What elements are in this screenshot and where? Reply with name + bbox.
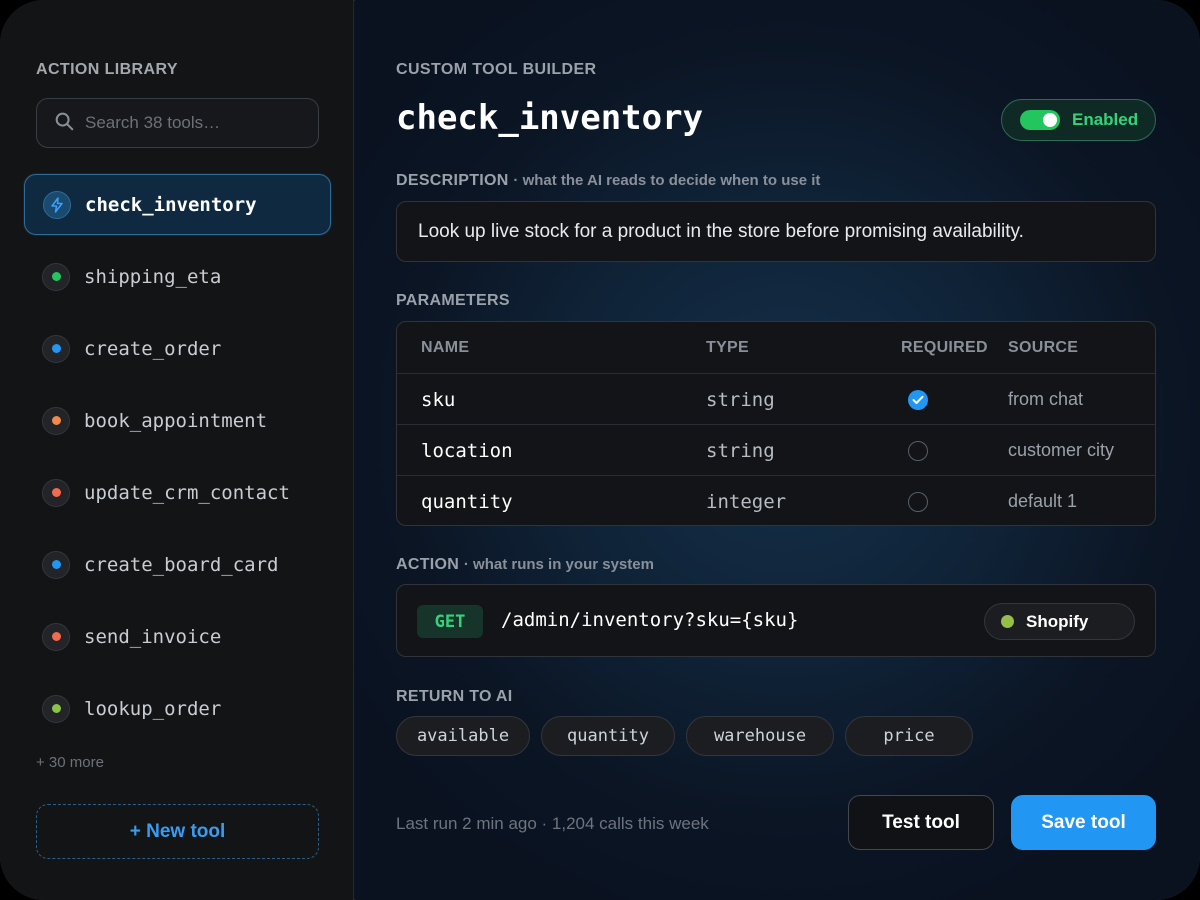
table-row[interactable]: quantity integer default 1 (397, 475, 1155, 525)
sidebar-heading: ACTION LIBRARY (36, 61, 178, 78)
unchecked-icon[interactable] (908, 440, 928, 461)
test-tool-button[interactable]: Test tool (848, 795, 994, 850)
tool-builder-panel: CUSTOM TOOL BUILDER check_inventory Enab… (355, 0, 1200, 900)
integration-selector[interactable]: Shopify (984, 603, 1135, 640)
status-dot-icon (42, 262, 70, 291)
status-dot (51, 704, 61, 713)
sidebar-item-create-board-card[interactable]: create_board_card (24, 534, 331, 595)
parameters-label: PARAMETERS (396, 292, 510, 309)
lightning-icon (43, 190, 71, 219)
status-dot (51, 416, 61, 425)
sidebar-item-create-order[interactable]: create_order (24, 318, 331, 379)
endpoint-path[interactable]: /admin/inventory?sku={sku} (501, 609, 798, 631)
sidebar-item-shipping-eta[interactable]: shipping_eta (24, 246, 331, 307)
return-fields: available quantity warehouse price (396, 716, 984, 756)
param-type: string (706, 388, 775, 411)
status-dot (51, 488, 61, 497)
unchecked-icon[interactable] (908, 491, 928, 512)
action-section-label: ACTION · what runs in your system (396, 556, 654, 574)
param-source: from chat (1008, 389, 1084, 409)
return-field-chip[interactable]: price (845, 716, 973, 756)
sidebar-item-label: send_invoice (84, 625, 222, 648)
more-tools-label[interactable]: + 30 more (36, 754, 104, 771)
search-field[interactable] (36, 98, 319, 148)
description-text: Look up live stock for a product in the … (418, 220, 1024, 242)
sidebar-item-update-crm-contact[interactable]: update_crm_contact (24, 462, 331, 523)
panel-heading: CUSTOM TOOL BUILDER (396, 61, 597, 78)
param-required (908, 425, 928, 476)
sidebar-item-book-appointment[interactable]: book_appointment (24, 390, 331, 451)
status-dot-icon (42, 334, 70, 363)
column-header-name: NAME (421, 338, 470, 356)
return-to-ai-label: RETURN TO AI (396, 688, 513, 705)
usage-stat: Last run 2 min ago · 1,204 calls this we… (396, 814, 709, 833)
column-header-type: TYPE (706, 338, 749, 356)
status-dot-icon (42, 478, 70, 507)
column-header-required: REQUIRED (901, 338, 988, 356)
description-label: DESCRIPTION (396, 172, 509, 189)
sidebar-item-label: book_appointment (84, 409, 268, 432)
param-name: quantity (421, 490, 513, 513)
status-dot (51, 632, 61, 641)
status-dot-icon (42, 622, 70, 651)
action-label: ACTION (396, 556, 460, 573)
sidebar-item-lookup-order[interactable]: lookup_order (24, 678, 331, 739)
app-window: ACTION LIBRARY check_inventory shipping_e… (0, 0, 1200, 900)
http-method-badge[interactable]: GET (417, 605, 483, 638)
action-field: GET /admin/inventory?sku={sku} Shopify (396, 584, 1156, 657)
sidebar-item-send-invoice[interactable]: send_invoice (24, 606, 331, 667)
new-tool-button[interactable]: + New tool (36, 804, 319, 859)
action-sublabel: · what runs in your system (463, 556, 654, 573)
param-type: string (706, 439, 775, 462)
sidebar-item-label: lookup_order (84, 697, 222, 720)
table-row[interactable]: sku string from chat (397, 373, 1155, 425)
return-field-chip[interactable]: available (396, 716, 530, 756)
save-tool-button[interactable]: Save tool (1011, 795, 1156, 850)
description-sublabel: · what the AI reads to decide when to us… (513, 172, 821, 189)
search-icon (53, 110, 75, 137)
table-header-row: NAME TYPE REQUIRED SOURCE (397, 322, 1155, 373)
status-dot-icon (42, 406, 70, 435)
param-name: sku (421, 388, 456, 411)
param-type: integer (706, 490, 787, 513)
enabled-toggle[interactable]: Enabled (1001, 99, 1156, 141)
sidebar-item-label: create_order (84, 337, 222, 360)
param-name: location (421, 439, 513, 462)
return-field-chip[interactable]: quantity (541, 716, 675, 756)
description-field[interactable]: Look up live stock for a product in the … (396, 201, 1156, 262)
column-header-source: SOURCE (1008, 338, 1079, 356)
search-input[interactable] (85, 113, 305, 133)
param-required (908, 374, 928, 425)
status-dot (51, 560, 61, 569)
description-section-label: DESCRIPTION · what the AI reads to decid… (396, 172, 820, 190)
sidebar-item-label: create_board_card (84, 553, 279, 576)
return-field-chip[interactable]: warehouse (686, 716, 834, 756)
integration-label: Shopify (1026, 611, 1089, 631)
sidebar: ACTION LIBRARY check_inventory shipping_e… (0, 0, 354, 900)
tool-list: check_inventory shipping_eta create_orderb… (24, 174, 331, 750)
sidebar-item-label: shipping_eta (84, 265, 222, 288)
param-source: default 1 (1008, 491, 1078, 511)
sidebar-item-label: check_inventory (85, 193, 257, 216)
status-dot-icon (42, 550, 70, 579)
status-dot (51, 272, 61, 281)
status-dot-icon (42, 694, 70, 723)
toggle-switch[interactable] (1020, 110, 1060, 130)
table-row[interactable]: location string customer city (397, 424, 1155, 476)
shopify-status-icon (1001, 615, 1014, 628)
checked-icon[interactable] (908, 389, 928, 410)
tool-title: check_inventory (396, 98, 704, 138)
parameters-table: NAME TYPE REQUIRED SOURCE sku string from … (396, 321, 1156, 526)
param-required (908, 476, 928, 525)
sidebar-item-check-inventory[interactable]: check_inventory (24, 174, 331, 235)
toggle-label: Enabled (1072, 110, 1139, 129)
status-dot (51, 344, 61, 353)
param-source: customer city (1008, 440, 1115, 460)
sidebar-item-label: update_crm_contact (84, 481, 290, 504)
